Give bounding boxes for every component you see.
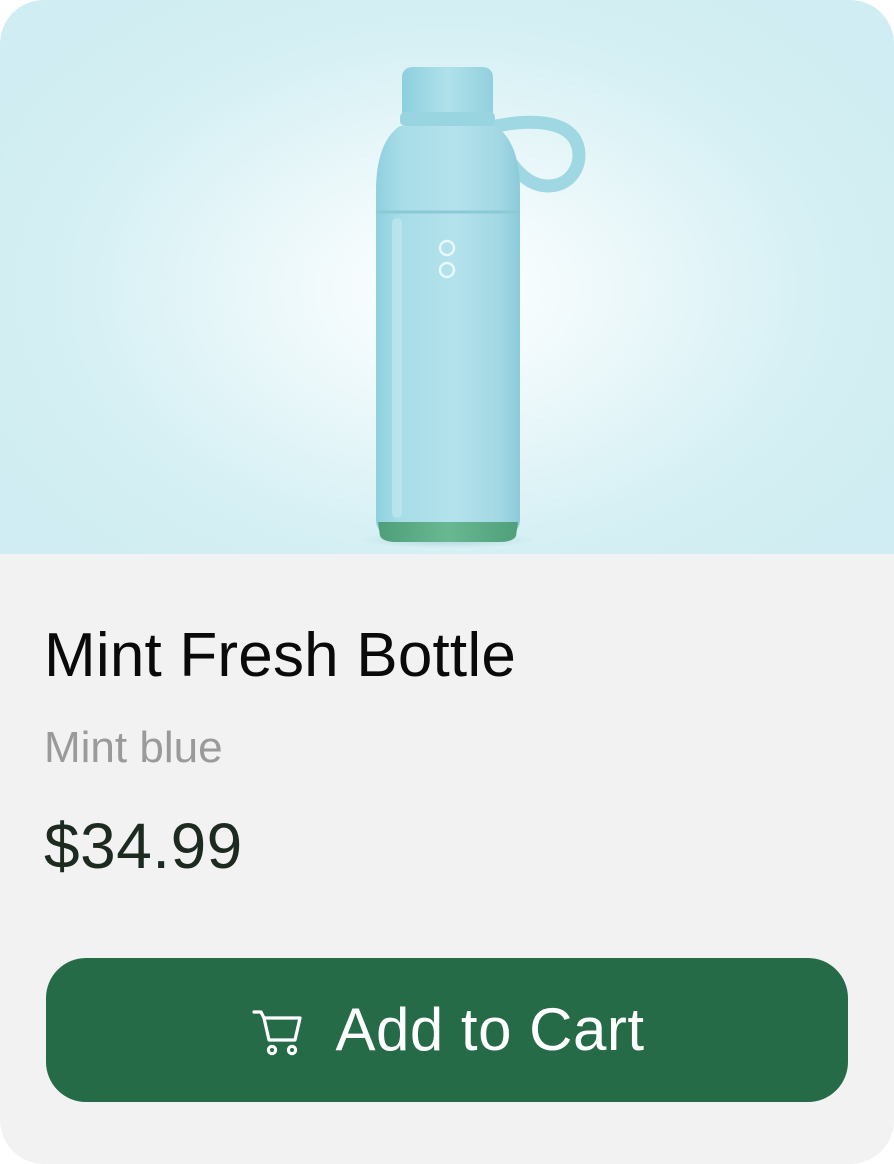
product-card: Mint Fresh Bottle Mint blue $34.99 Add t… <box>0 0 894 1164</box>
add-to-cart-label: Add to Cart <box>335 996 645 1063</box>
water-bottle-image <box>359 67 586 548</box>
product-variant: Mint blue <box>44 723 223 772</box>
add-to-cart-button[interactable]: Add to Cart <box>46 958 848 1102</box>
shopping-cart-icon <box>250 1004 306 1060</box>
product-image[interactable] <box>0 0 894 554</box>
product-price: $34.99 <box>44 810 243 882</box>
product-title: Mint Fresh Bottle <box>44 621 517 690</box>
